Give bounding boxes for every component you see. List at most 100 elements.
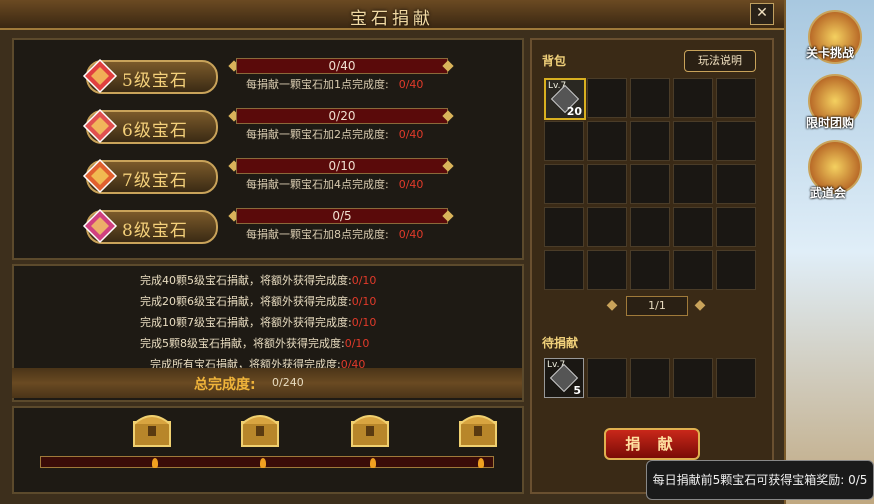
help-button[interactable]: 玩法说明 xyxy=(684,50,756,72)
daily-reward-tooltip: 每日捐献前5颗宝石可获得宝箱奖励: 0/5 xyxy=(646,460,874,500)
bag-panel: 背包 玩法说明 Lv.7 20 ◆ 1/1 ◆ 待捐献 Lv.7 5 捐 献 xyxy=(530,38,774,494)
pending-title: 待捐献 xyxy=(542,336,579,350)
bag-slot[interactable] xyxy=(716,121,756,161)
pending-slot[interactable] xyxy=(716,358,756,398)
total-value: 0/240 xyxy=(272,376,304,389)
gem-name: 5级宝石 xyxy=(122,71,188,91)
gem-row: 8级宝石 0/5 每捐献一颗宝石加8点完成度: 0/40 xyxy=(74,202,534,246)
gem-progress-bar: 0/5 xyxy=(236,208,448,224)
side-label-tournament: 武道会 xyxy=(810,186,847,200)
gem-hint-value: 0/40 xyxy=(398,78,424,91)
gem-hint-text: 每捐献一颗宝石加2点完成度: xyxy=(246,128,389,141)
milestone-flame-icon xyxy=(478,458,484,468)
close-button[interactable]: ✕ xyxy=(750,3,774,25)
bag-slot[interactable] xyxy=(673,78,713,118)
gem-badge: 6级宝石 xyxy=(82,108,218,144)
side-label-groupbuy: 限时团购 xyxy=(806,116,855,130)
page-indicator: 1/1 xyxy=(626,296,688,316)
title-bar: 宝石捐献 ✕ xyxy=(0,0,784,30)
milestone-flame-icon xyxy=(152,458,158,468)
bonus-text: 完成40颗5级宝石捐献，将额外获得完成度: xyxy=(140,274,352,287)
gem-name: 6级宝石 xyxy=(122,121,188,141)
bag-slot[interactable] xyxy=(673,207,713,247)
bonus-value: 0/10 xyxy=(344,337,370,350)
gem-hint-text: 每捐献一颗宝石加4点完成度: xyxy=(246,178,389,191)
total-label: 总完成度: xyxy=(194,377,256,393)
bag-slot[interactable] xyxy=(630,78,670,118)
bag-slot[interactable] xyxy=(544,164,584,204)
bag-slot[interactable] xyxy=(673,121,713,161)
gem-hint: 每捐献一颗宝石加1点完成度: 0/40 xyxy=(246,76,423,92)
bonus-line: 完成20颗6级宝石捐献，将额外获得完成度:0/10 xyxy=(140,293,376,309)
gem-hint-text: 每捐献一颗宝石加8点完成度: xyxy=(246,228,389,241)
bonus-line: 完成5颗8级宝石捐献，将额外获得完成度:0/10 xyxy=(140,335,369,351)
item-count: 20 xyxy=(566,105,582,118)
bag-slot[interactable] xyxy=(587,164,627,204)
gem-hint: 每捐献一颗宝石加4点完成度: 0/40 xyxy=(246,176,423,192)
bag-slot[interactable] xyxy=(630,207,670,247)
gem-badge: 5级宝石 xyxy=(82,58,218,94)
side-menu: 关卡挑战 限时团购 武道会 xyxy=(786,0,874,504)
bonus-text: 完成20颗6级宝石捐献，将额外获得完成度: xyxy=(140,295,352,308)
bonus-line: 完成10颗7级宝石捐献，将额外获得完成度:0/10 xyxy=(140,314,376,330)
gem-row: 6级宝石 0/20 每捐献一颗宝石加2点完成度: 0/40 xyxy=(74,102,534,146)
donation-window: 宝石捐献 ✕ 5级宝石 0/40 每捐献一颗宝石加1点完成度: 0/40 6级宝石 0/2… xyxy=(0,0,786,504)
bonus-value: 0/10 xyxy=(351,274,377,287)
gem-hint-text: 每捐献一颗宝石加1点完成度: xyxy=(246,78,389,91)
gem-row: 7级宝石 0/10 每捐献一颗宝石加4点完成度: 0/40 xyxy=(74,152,534,196)
bag-item-slot[interactable]: Lv.7 20 xyxy=(544,78,586,120)
chest-progress-bar xyxy=(40,456,494,468)
bag-slot[interactable] xyxy=(630,164,670,204)
gem-row: 5级宝石 0/40 每捐献一颗宝石加1点完成度: 0/40 xyxy=(74,52,534,96)
treasure-chest-icon[interactable] xyxy=(238,408,282,448)
side-label-challenge: 关卡挑战 xyxy=(806,46,855,60)
bag-slot[interactable] xyxy=(716,164,756,204)
bag-slot[interactable] xyxy=(587,250,627,290)
bag-slot[interactable] xyxy=(587,207,627,247)
gem-icon xyxy=(82,58,118,94)
total-completion: 总完成度: 0/240 xyxy=(12,368,522,398)
gem-badge: 8级宝石 xyxy=(82,208,218,244)
milestone-flame-icon xyxy=(260,458,266,468)
gem-badge: 7级宝石 xyxy=(82,158,218,194)
bag-slot[interactable] xyxy=(716,207,756,247)
window-title: 宝石捐献 xyxy=(350,9,434,29)
bonus-value: 0/10 xyxy=(351,295,377,308)
treasure-chest-icon[interactable] xyxy=(348,408,392,448)
bag-slot[interactable] xyxy=(716,250,756,290)
bonus-line: 完成40颗5级宝石捐献，将额外获得完成度:0/10 xyxy=(140,272,376,288)
gem-icon xyxy=(82,158,118,194)
bag-slot[interactable] xyxy=(630,121,670,161)
bag-slot[interactable] xyxy=(673,164,713,204)
bag-slot[interactable] xyxy=(716,78,756,118)
bag-slot[interactable] xyxy=(673,250,713,290)
pending-slot[interactable] xyxy=(587,358,627,398)
gem-hint-value: 0/40 xyxy=(398,128,424,141)
pending-slot[interactable] xyxy=(673,358,713,398)
gem-icon xyxy=(82,108,118,144)
bag-slot[interactable] xyxy=(587,78,627,118)
pending-item-slot[interactable]: Lv.7 5 xyxy=(544,358,584,398)
treasure-chest-icon[interactable] xyxy=(456,408,500,448)
gem-progress-bar: 0/10 xyxy=(236,158,448,174)
bag-slot[interactable] xyxy=(630,250,670,290)
bag-slot[interactable] xyxy=(544,121,584,161)
gem-progress-bar: 0/20 xyxy=(236,108,448,124)
treasure-chest-icon[interactable] xyxy=(130,408,174,448)
bag-slot[interactable] xyxy=(544,250,584,290)
bag-title: 背包 xyxy=(542,54,567,68)
gem-icon xyxy=(82,208,118,244)
donate-button[interactable]: 捐 献 xyxy=(604,428,700,460)
gem-name: 7级宝石 xyxy=(122,171,188,191)
gem-hint: 每捐献一颗宝石加2点完成度: 0/40 xyxy=(246,126,423,142)
bag-slot[interactable] xyxy=(587,121,627,161)
prev-page-button[interactable]: ◆ xyxy=(604,296,620,314)
item-count: 5 xyxy=(573,384,581,397)
gem-hint-value: 0/40 xyxy=(398,178,424,191)
bag-slot[interactable] xyxy=(544,207,584,247)
next-page-button[interactable]: ◆ xyxy=(692,296,708,314)
bonus-value: 0/10 xyxy=(351,316,377,329)
gem-progress-bar: 0/40 xyxy=(236,58,448,74)
pending-slot[interactable] xyxy=(630,358,670,398)
bonus-text: 完成10颗7级宝石捐献，将额外获得完成度: xyxy=(140,316,352,329)
